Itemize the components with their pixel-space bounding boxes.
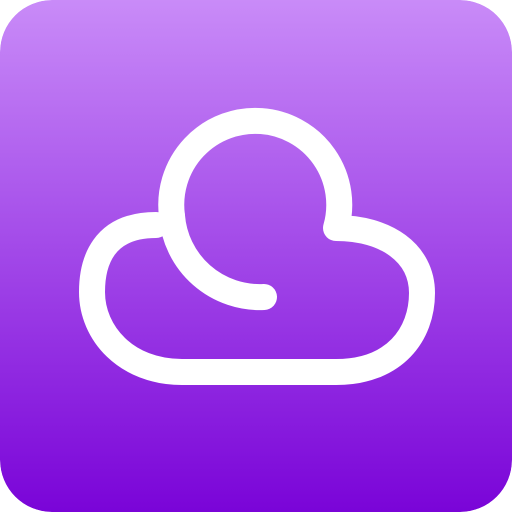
icon-background xyxy=(0,0,512,512)
app-icon[interactable] xyxy=(0,0,512,512)
app-icon-graphic xyxy=(0,0,512,512)
